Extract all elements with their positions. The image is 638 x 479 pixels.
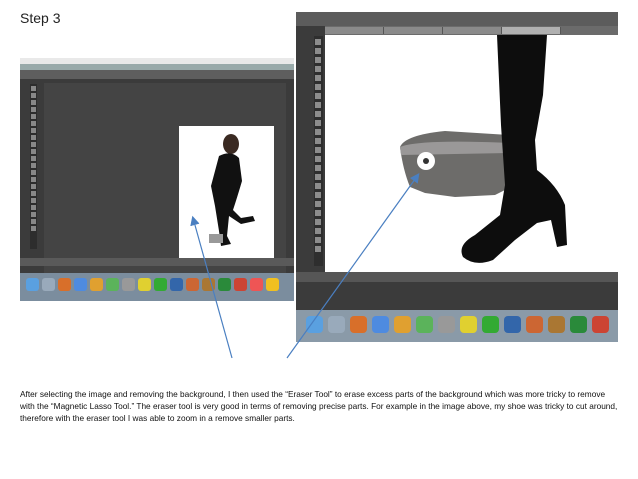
chrome-icon[interactable] [416,316,433,333]
document-tab[interactable] [384,27,443,34]
document-tab[interactable] [443,27,502,34]
word-icon[interactable] [504,316,521,333]
document-tab[interactable] [325,27,384,34]
app-icon[interactable] [202,278,215,291]
safari-icon[interactable] [372,316,389,333]
photoshop-screenshot-right [296,12,618,342]
status-bar [20,258,294,266]
step-title: Step 3 [20,10,61,26]
safari-icon[interactable] [74,278,87,291]
firefox-icon[interactable] [90,278,103,291]
app-icon[interactable] [438,316,455,333]
app-icon[interactable] [526,316,543,333]
zoomed-canvas [325,35,618,272]
app-icon[interactable] [548,316,565,333]
excel-icon[interactable] [570,316,587,333]
app-icon[interactable] [350,316,367,333]
tools-panel [314,36,323,266]
app-icon[interactable] [58,278,71,291]
app-icon[interactable] [186,278,199,291]
chrome-icon[interactable] [106,278,119,291]
excel-icon[interactable] [218,278,231,291]
finder-icon[interactable] [306,316,323,333]
powerpoint-icon[interactable] [234,278,247,291]
word-icon[interactable] [170,278,183,291]
app-icon[interactable] [250,278,263,291]
app-icon[interactable] [482,316,499,333]
powerpoint-icon[interactable] [592,316,609,333]
app-icon[interactable] [328,316,345,333]
app-icon[interactable] [138,278,151,291]
document-tab-active[interactable] [502,27,561,34]
options-bar [20,70,294,79]
firefox-icon[interactable] [394,316,411,333]
app-icon[interactable] [266,278,279,291]
app-icon[interactable] [460,316,477,333]
app-icon[interactable] [122,278,135,291]
app-icon[interactable] [154,278,167,291]
silhouette-figure [209,134,255,246]
status-bar [296,272,618,282]
finder-icon[interactable] [26,278,39,291]
mac-dock [20,273,294,301]
tools-panel [30,84,37,249]
document-tabs [325,26,618,35]
zoomed-shoe-image [400,35,567,263]
image-canvas [179,126,274,258]
caption-text: After selecting the image and removing t… [20,389,618,423]
photoshop-screenshot-left [20,58,294,301]
document-area [44,83,286,283]
mac-dock [296,310,618,342]
options-bar [296,12,618,26]
app-icon[interactable] [42,278,55,291]
